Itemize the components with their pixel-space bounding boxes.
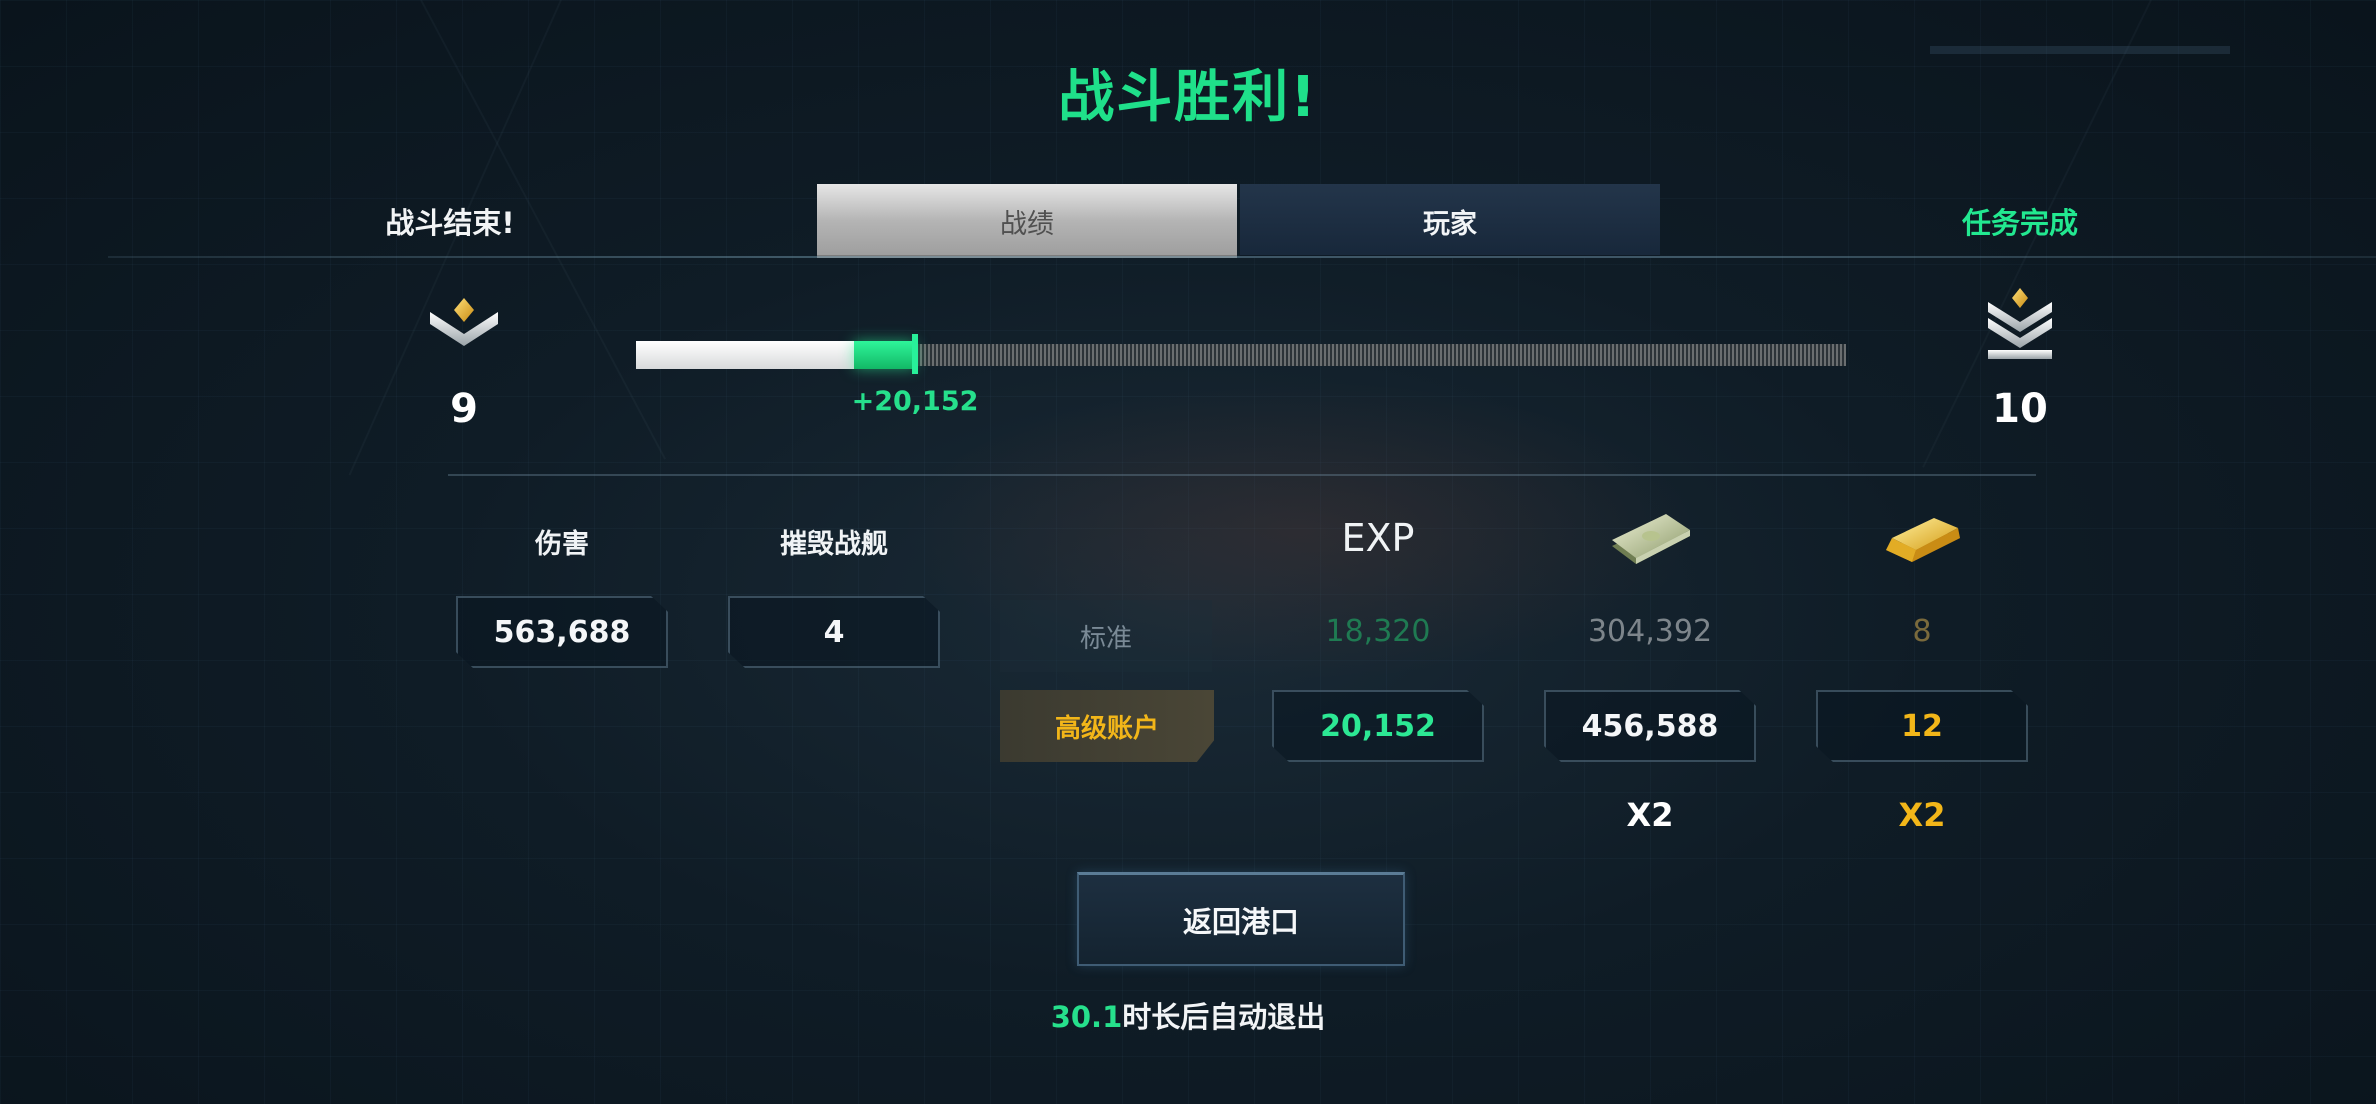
gold-bar-icon — [1878, 506, 1968, 576]
damage-value: 563,688 — [456, 596, 668, 668]
countdown-value: 30.1 — [1050, 1000, 1123, 1034]
standard-exp: 18,320 — [1325, 614, 1431, 649]
kills-value: 4 — [728, 596, 940, 668]
next-rank-chevron-icon — [1980, 288, 2060, 368]
battle-over-label: 战斗结束! — [385, 206, 515, 240]
damage-label: 伤害 — [535, 529, 589, 560]
background-deco-bar — [1930, 46, 2230, 54]
exp-label: EXP — [1341, 516, 1415, 560]
premium-gold: 12 — [1816, 690, 2028, 762]
rank-chevron-icon — [424, 294, 504, 374]
countdown-text: 时长后自动退出 — [1122, 1000, 1326, 1034]
return-to-port-button[interactable]: 返回港口 — [1077, 872, 1405, 966]
standard-label: 标准 — [1000, 600, 1212, 672]
next-rank: 10 — [1992, 386, 2048, 432]
tab-players[interactable]: 玩家 — [1240, 184, 1660, 258]
kills-label: 摧毁战舰 — [780, 529, 888, 560]
mission-complete-label: 任务完成 — [1961, 206, 2078, 240]
exp-progress-gain — [854, 341, 915, 369]
premium-cash: 456,588 — [1544, 690, 1756, 762]
tab-battle-record[interactable]: 战绩 — [817, 184, 1237, 258]
premium-account-label: 高级账户 — [1000, 690, 1214, 762]
exp-progress-base — [636, 341, 854, 369]
exp-progress-marker — [912, 334, 918, 374]
auto-exit-countdown: 30.1时长后自动退出 — [938, 994, 1438, 1036]
premium-exp: 20,152 — [1272, 690, 1484, 762]
section-divider — [448, 474, 2036, 476]
standard-cash: 304,392 — [1587, 614, 1713, 649]
standard-gold: 8 — [1912, 614, 1932, 649]
cash-icon — [1606, 506, 1696, 576]
header-divider — [108, 256, 2376, 258]
victory-title: 战斗胜利! — [1058, 65, 1318, 130]
gold-multiplier: X2 — [1898, 796, 1946, 834]
cash-multiplier: X2 — [1626, 796, 1674, 834]
exp-gain-label: +20,152 — [851, 386, 979, 417]
current-rank: 9 — [450, 386, 478, 432]
